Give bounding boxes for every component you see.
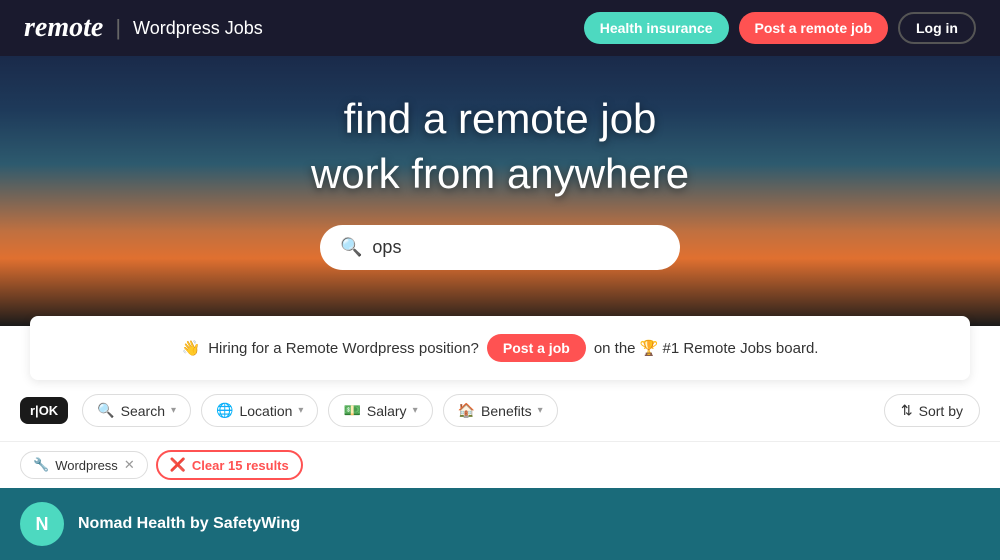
search-chevron-icon: ▾ (171, 405, 176, 416)
wordpress-tag-close-icon[interactable]: ✕ (124, 457, 135, 473)
salary-chevron-icon: ▾ (413, 405, 418, 416)
hero-section: find a remote job work from anywhere 🔍 (0, 56, 1000, 326)
logo-remote: remote (24, 12, 103, 44)
hiring-text: Hiring for a Remote Wordpress position? (208, 340, 479, 357)
search-filter-label: Search (121, 403, 165, 419)
benefits-filter-button[interactable]: 🏠 Benefits ▾ (443, 394, 558, 427)
location-globe-icon: 🌐 (216, 402, 233, 419)
hero-title: find a remote job work from anywhere (311, 92, 689, 201)
sort-by-label: Sort by (919, 403, 963, 419)
salary-filter-label: Salary (367, 403, 407, 419)
benefits-chevron-icon: ▾ (538, 405, 543, 416)
job-info: Nomad Health by SafetyWing (78, 515, 980, 533)
hero-title-line2: work from anywhere (311, 150, 689, 197)
filter-bar: r|OK 🔍 Search ▾ 🌐 Location ▾ 💵 Salary ▾ … (0, 380, 1000, 442)
search-filter-icon: 🔍 (97, 402, 114, 419)
logo: remote | Wordpress Jobs (24, 12, 263, 44)
wordpress-tag: 🔧 Wordpress ✕ (20, 451, 148, 479)
brand-badge[interactable]: r|OK (20, 397, 68, 424)
logo-subtitle: Wordpress Jobs (133, 18, 263, 39)
location-filter-label: Location (239, 403, 292, 419)
wordpress-tag-icon: 🔧 (33, 457, 49, 473)
location-filter-button[interactable]: 🌐 Location ▾ (201, 394, 318, 427)
tags-row: 🔧 Wordpress ✕ ❌ Clear 15 results (0, 442, 1000, 488)
sort-by-button[interactable]: ⇅ Sort by (884, 394, 980, 427)
sort-icon: ⇅ (901, 402, 913, 419)
salary-filter-button[interactable]: 💵 Salary ▾ (328, 394, 432, 427)
location-chevron-icon: ▾ (298, 405, 303, 416)
salary-icon: 💵 (343, 402, 360, 419)
benefits-filter-label: Benefits (481, 403, 532, 419)
company-avatar: N (20, 502, 64, 546)
post-remote-job-button[interactable]: Post a remote job (739, 12, 888, 44)
company-name: Nomad Health by SafetyWing (78, 515, 980, 533)
post-job-inline-button[interactable]: Post a job (487, 334, 586, 362)
wordpress-tag-label: Wordpress (55, 458, 118, 473)
clear-results-button[interactable]: ❌ Clear 15 results (156, 450, 303, 480)
header: remote | Wordpress Jobs Health insurance… (0, 0, 1000, 56)
hiring-emoji: 👋 (182, 339, 201, 357)
logo-divider: | (115, 15, 121, 41)
search-icon: 🔍 (340, 237, 362, 258)
hiring-suffix: on the 🏆 #1 Remote Jobs board. (594, 339, 819, 357)
login-button[interactable]: Log in (898, 12, 976, 44)
health-insurance-button[interactable]: Health insurance (584, 12, 729, 44)
hero-title-line1: find a remote job (344, 95, 657, 142)
job-listing-row[interactable]: N Nomad Health by SafetyWing (0, 488, 1000, 560)
hiring-banner: 👋 Hiring for a Remote Wordpress position… (30, 316, 970, 380)
benefits-icon: 🏠 (458, 402, 475, 419)
search-input[interactable] (372, 237, 660, 258)
clear-x-icon: ❌ (170, 457, 186, 473)
clear-results-label: Clear 15 results (192, 458, 289, 473)
search-bar: 🔍 (320, 225, 680, 270)
search-filter-button[interactable]: 🔍 Search ▾ (82, 394, 191, 427)
company-initial: N (36, 514, 49, 535)
header-nav: Health insurance Post a remote job Log i… (584, 12, 976, 44)
